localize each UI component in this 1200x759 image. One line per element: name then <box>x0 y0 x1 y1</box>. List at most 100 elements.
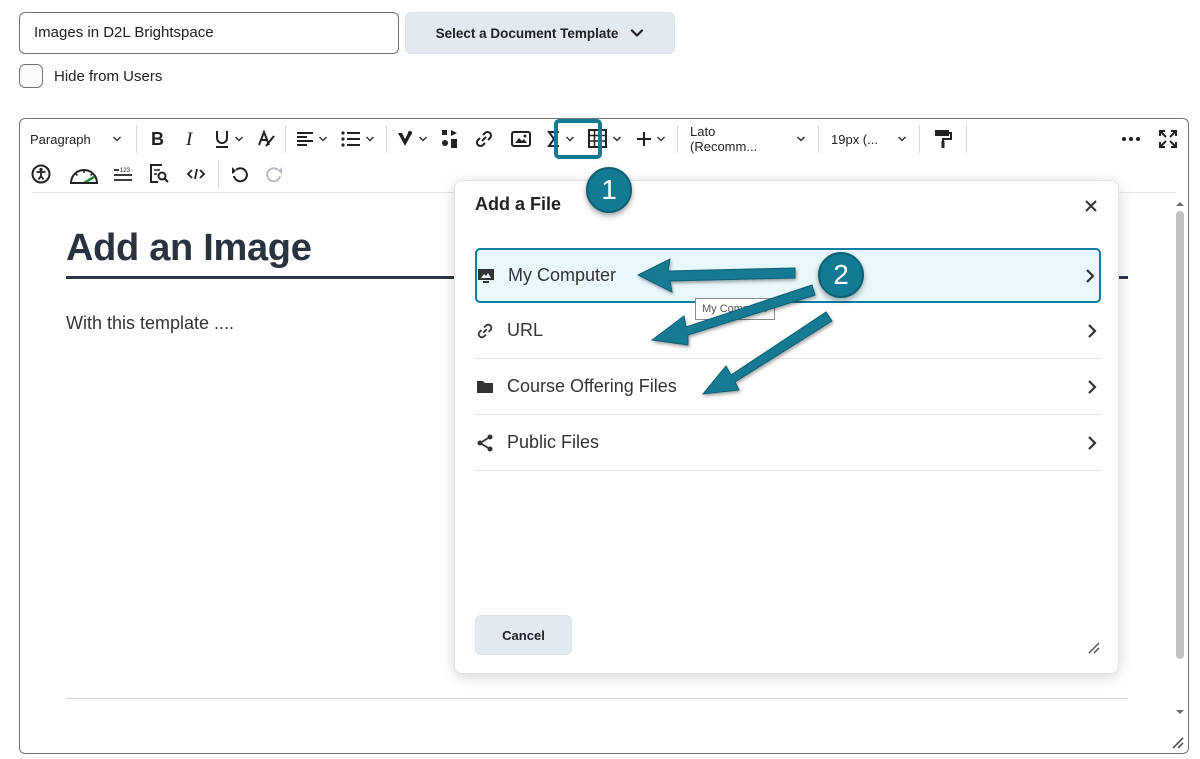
resize-handle-icon[interactable] <box>1086 640 1100 654</box>
code-icon <box>186 168 206 180</box>
content-body-text[interactable]: With this template .... <box>66 313 234 334</box>
insert-more-button[interactable] <box>629 123 673 155</box>
image-icon <box>511 131 531 147</box>
file-source-course-offering-files[interactable]: Course Offering Files <box>475 359 1101 415</box>
hide-from-users-label: Hide from Users <box>54 67 163 85</box>
plus-icon <box>637 132 651 146</box>
bold-icon: B <box>151 130 164 148</box>
title-input[interactable]: Images in D2L Brightspace <box>19 12 399 54</box>
word-count-button[interactable]: 123 <box>106 158 140 190</box>
equation-button[interactable] <box>541 123 581 155</box>
font-size-select[interactable]: 19px (... <box>823 123 915 155</box>
scroll-down-arrow-icon[interactable] <box>1175 707 1185 717</box>
dialog-close-button[interactable] <box>1080 195 1102 217</box>
svg-text:123: 123 <box>120 168 131 174</box>
add-file-dialog: Add a File My Computer URL Course Offeri… <box>454 180 1119 674</box>
file-source-public-files[interactable]: Public Files <box>475 415 1101 471</box>
accessibility-checker-button[interactable] <box>20 158 62 190</box>
chevron-down-icon <box>897 136 907 142</box>
preview-icon <box>150 164 169 183</box>
underline-button[interactable] <box>207 123 251 155</box>
accessibility-icon <box>31 164 51 184</box>
italic-button[interactable]: I <box>173 123 207 155</box>
content-divider <box>66 698 1128 699</box>
hide-from-users-checkbox[interactable] <box>19 64 43 88</box>
source-code-button[interactable] <box>178 158 214 190</box>
toolbar-row-2: 123 <box>20 157 291 191</box>
content-heading[interactable]: Add an Image <box>66 227 312 270</box>
more-actions-button[interactable] <box>1114 123 1148 155</box>
chevron-down-icon <box>365 136 375 142</box>
resize-handle-icon[interactable] <box>1170 735 1184 749</box>
align-left-icon <box>297 132 313 146</box>
select-template-label: Select a Document Template <box>435 25 619 41</box>
folder-icon <box>475 379 495 395</box>
link-icon <box>475 322 495 340</box>
share-icon <box>475 434 495 452</box>
insert-stuff-icon <box>398 131 412 146</box>
align-button[interactable] <box>290 123 334 155</box>
chevron-down-icon <box>234 136 244 142</box>
list-button[interactable] <box>334 123 382 155</box>
paint-roller-icon <box>935 130 952 148</box>
chevron-right-icon <box>1088 435 1097 450</box>
redo-icon <box>266 167 282 183</box>
font-family-select[interactable]: Lato (Recomm... <box>682 123 814 155</box>
bold-button[interactable]: B <box>141 123 173 155</box>
toolbar-divider <box>818 125 819 153</box>
toolbar-divider <box>677 125 678 153</box>
chevron-right-icon <box>1088 379 1097 394</box>
redo-button[interactable] <box>257 158 291 190</box>
chevron-down-icon <box>418 136 428 142</box>
hide-from-users-row: Hide from Users <box>19 64 162 88</box>
readability-button[interactable] <box>62 158 106 190</box>
file-source-label: URL <box>507 320 544 340</box>
font-family-label: Lato (Recomm... <box>690 124 758 154</box>
gauge-icon <box>69 169 99 185</box>
toolbar-divider <box>386 125 387 153</box>
my-computer-tooltip: My Computer <box>695 298 776 320</box>
preview-button[interactable] <box>140 158 178 190</box>
svg-text:I: I <box>185 130 194 148</box>
link-icon <box>475 130 493 148</box>
strikethrough-format-button[interactable] <box>251 123 281 155</box>
italic-icon: I <box>185 130 194 148</box>
paragraph-format-select[interactable]: Paragraph <box>20 123 132 155</box>
computer-icon <box>476 268 496 284</box>
dialog-title: Add a File <box>475 194 562 214</box>
scroll-up-arrow-icon[interactable] <box>1175 199 1185 209</box>
chevron-down-icon <box>656 136 666 142</box>
file-source-url[interactable]: URL <box>475 303 1101 359</box>
fullscreen-button[interactable] <box>1148 123 1188 155</box>
bulleted-list-icon <box>341 131 360 147</box>
format-painter-button[interactable] <box>924 123 962 155</box>
table-button[interactable] <box>581 123 629 155</box>
chevron-down-icon <box>565 136 575 142</box>
svg-text:B: B <box>151 130 164 148</box>
insert-quicklink-button[interactable] <box>433 123 467 155</box>
underline-icon <box>216 131 228 148</box>
file-source-my-computer[interactable]: My Computer <box>475 248 1101 303</box>
table-icon <box>588 129 607 148</box>
toolbar-divider <box>919 125 920 153</box>
toolbar-divider <box>218 160 219 188</box>
file-source-list: My Computer URL Course Offering Files Pu… <box>475 248 1101 471</box>
cancel-button[interactable]: Cancel <box>475 615 572 655</box>
insert-image-button[interactable] <box>501 123 541 155</box>
quicklink-icon <box>442 130 457 148</box>
ellipsis-icon <box>1122 137 1140 141</box>
close-icon <box>1085 200 1097 212</box>
toolbar-divider <box>285 125 286 153</box>
font-size-label: 19px (... <box>831 131 878 147</box>
insert-link-button[interactable] <box>467 123 501 155</box>
editor-scrollbar[interactable] <box>1174 195 1186 719</box>
scroll-thumb[interactable] <box>1176 211 1184 659</box>
toolbar-divider <box>966 125 967 153</box>
select-template-button[interactable]: Select a Document Template <box>405 12 675 54</box>
callout-step-1: 1 <box>586 167 632 213</box>
insert-stuff-button[interactable] <box>391 123 433 155</box>
chevron-down-icon <box>112 136 122 142</box>
undo-button[interactable] <box>223 158 257 190</box>
chevron-down-icon <box>796 136 806 142</box>
file-source-label: Course Offering Files <box>507 376 677 396</box>
